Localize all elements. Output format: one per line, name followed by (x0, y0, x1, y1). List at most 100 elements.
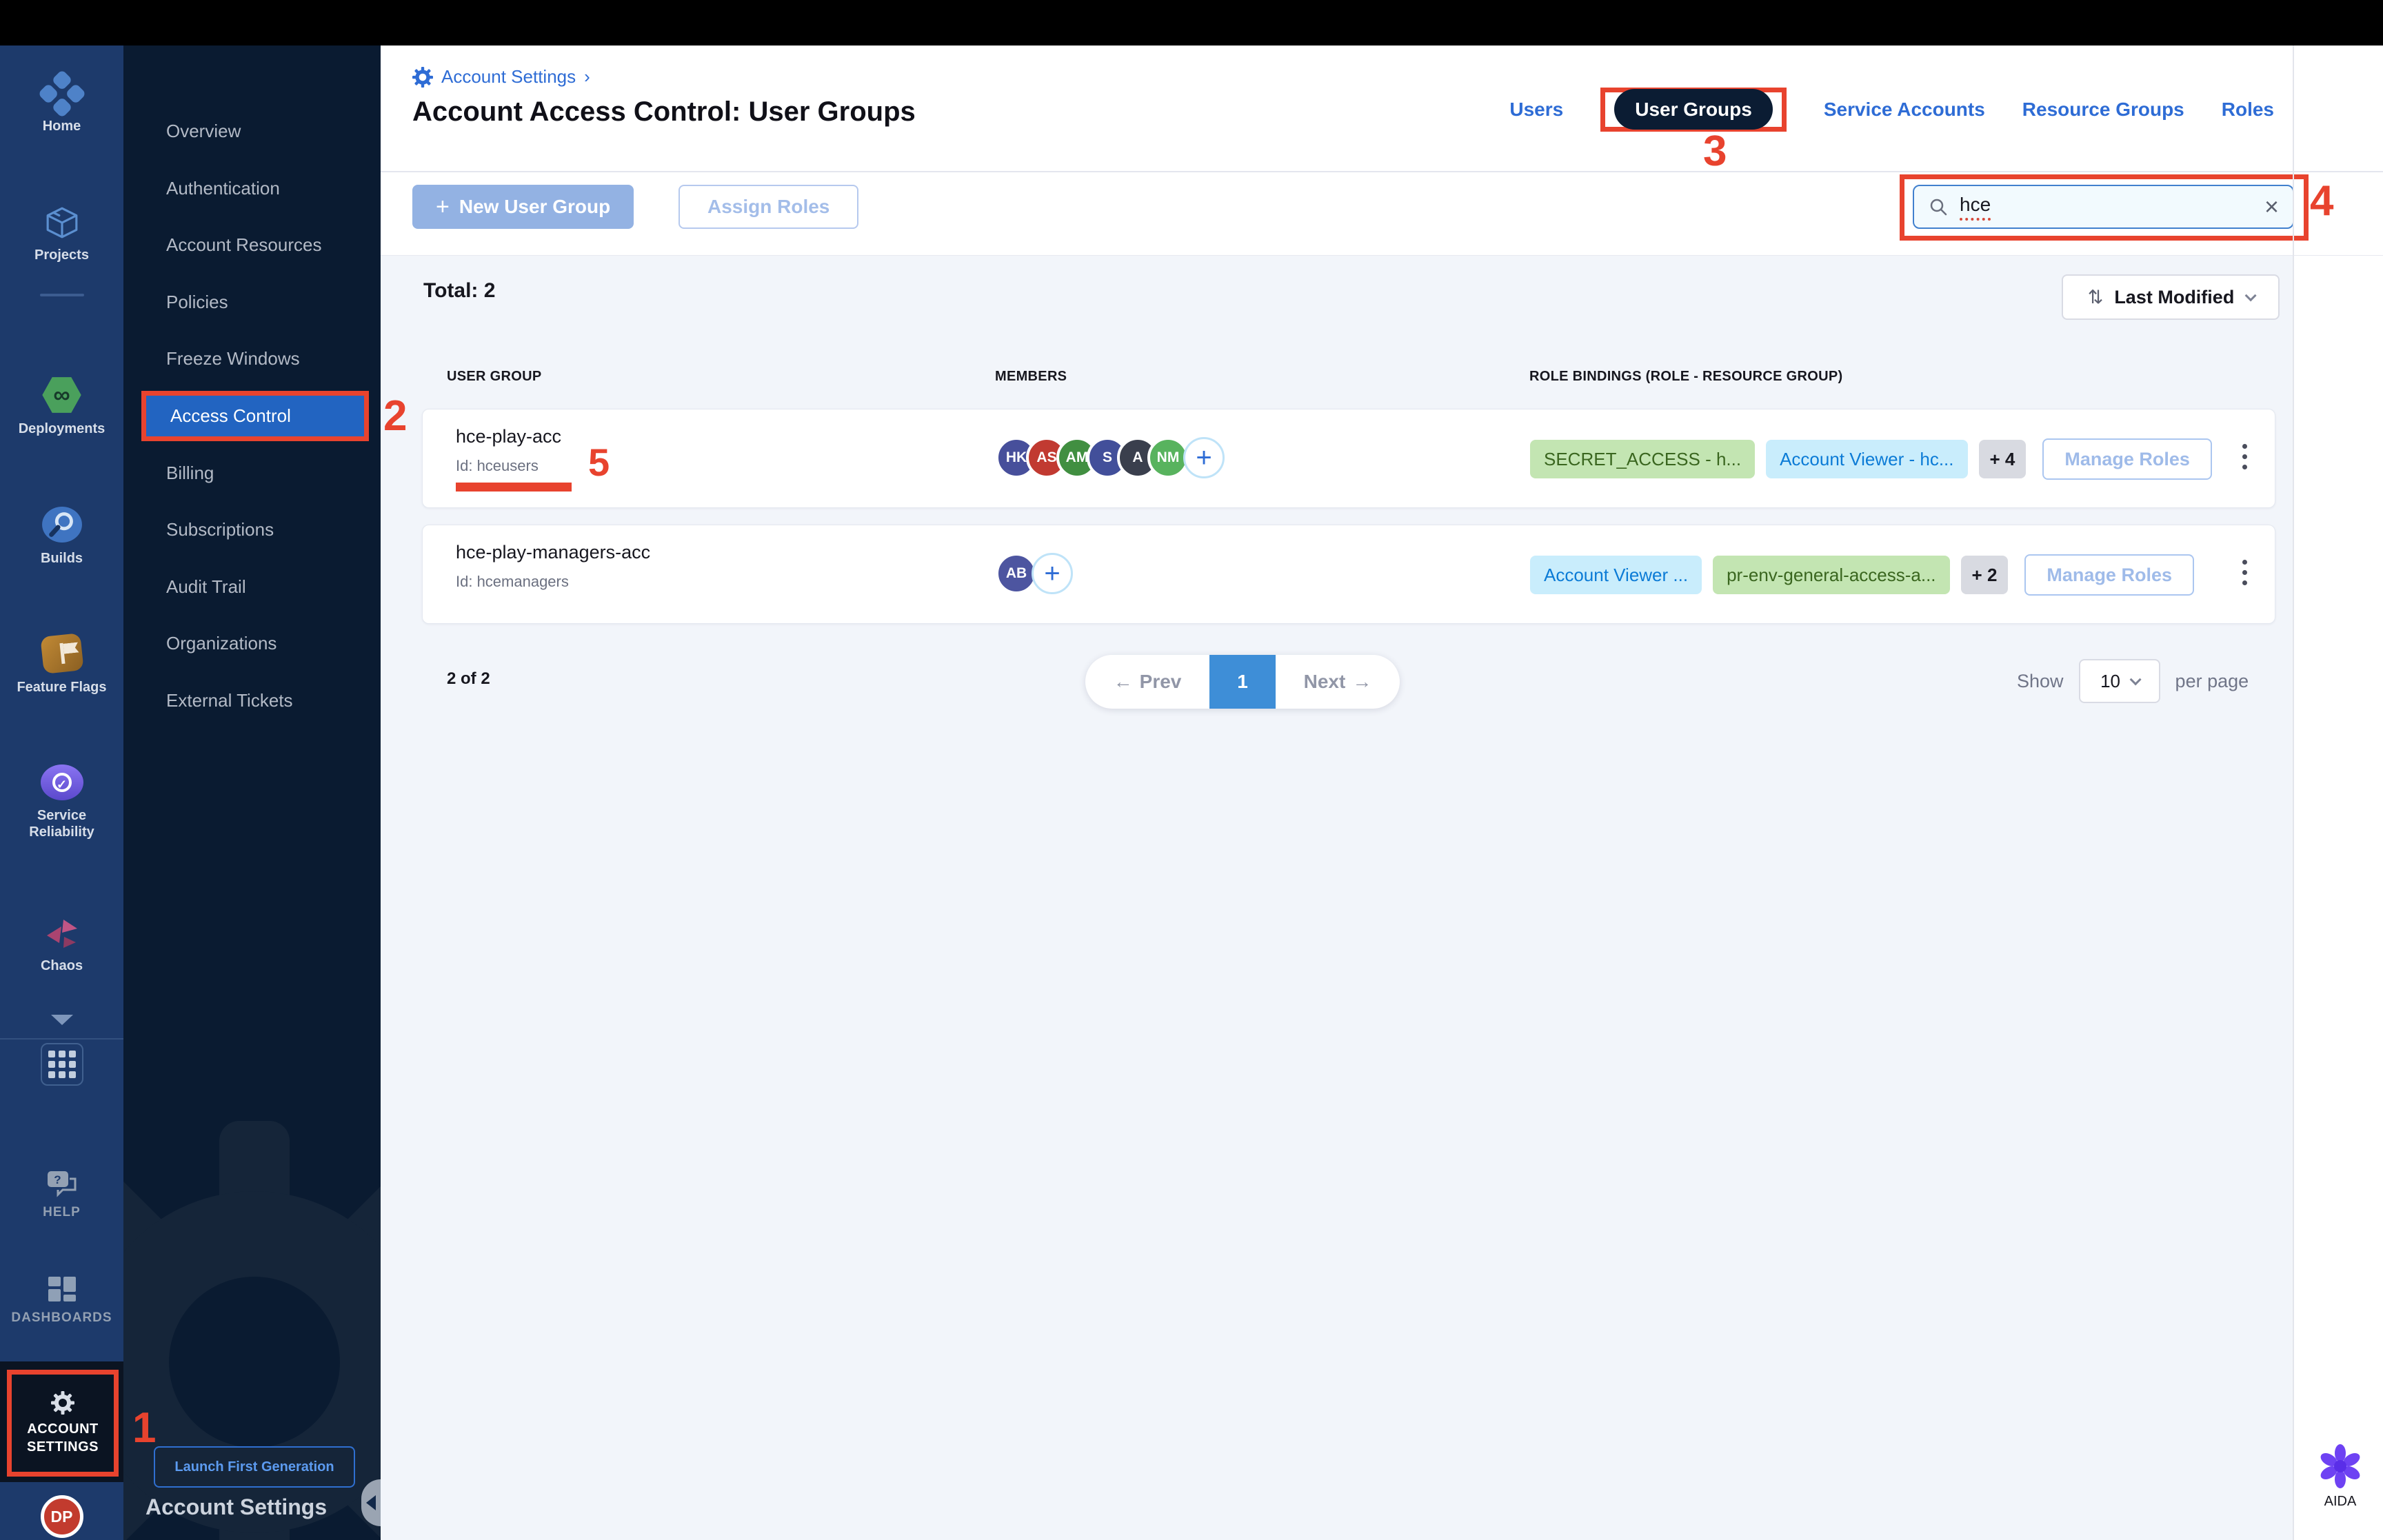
page-size-select[interactable]: 10 (2078, 659, 2160, 703)
role-binding-chip[interactable]: pr-env-general-access-a... (1713, 556, 1950, 594)
table-row[interactable]: hce-play-managers-acc Id: hcemanagers AB… (422, 525, 2275, 624)
user-group-id: Id: hcemanagers (456, 573, 569, 590)
column-header-user-group: USER GROUP (447, 369, 542, 384)
clear-search-icon[interactable]: × (2264, 194, 2279, 219)
user-group-name[interactable]: hce-play-managers-acc (456, 542, 650, 563)
table-header-row: USER GROUP MEMBERS ROLE BINDINGS (ROLE -… (381, 369, 2293, 389)
role-binding-chip[interactable]: Account Viewer - hc... (1766, 440, 1968, 478)
current-page-button[interactable]: 1 (1209, 655, 1276, 709)
next-page-button[interactable]: Next → (1276, 655, 1400, 709)
annotation-step-5: 5 (588, 440, 610, 484)
tab-service-accounts[interactable]: Service Accounts (1824, 99, 1985, 121)
sidebar-item-service-reliability[interactable]: ✓ Service Reliability (0, 764, 123, 840)
sidebar-item-label: Service Reliability (29, 808, 94, 840)
table-row[interactable]: hce-play-acc Id: hceusers 5 HK AS AM S A… (422, 409, 2275, 508)
sidebar-item-label: ACCOUNT SETTINGS (26, 1421, 99, 1455)
module-grid-button[interactable] (40, 1043, 83, 1086)
annotation-box-search: hce × (1900, 174, 2309, 241)
annotation-underline-id (456, 483, 572, 492)
tab-users[interactable]: Users (1509, 99, 1563, 121)
search-value[interactable]: hce (1960, 194, 1991, 221)
sidebar-item-deployments[interactable]: ∞ Deployments (0, 376, 123, 437)
prev-page-button[interactable]: ← Prev (1085, 655, 1209, 709)
sidebar-divider (0, 1038, 123, 1040)
settings-item-billing[interactable]: Billing (123, 454, 381, 492)
chaos-icon (46, 920, 77, 948)
user-group-name-cell: hce-play-managers-acc Id: hcemanagers (456, 542, 650, 591)
arrow-right-icon: → (1352, 671, 1372, 692)
settings-item-account-resources[interactable]: Account Resources (123, 225, 381, 264)
tab-roles[interactable]: Roles (2222, 99, 2274, 121)
feature-flags-icon (39, 633, 84, 674)
settings-item-policies[interactable]: Policies (123, 283, 381, 321)
aida-assistant-button[interactable]: AIDA (2318, 1444, 2362, 1510)
sidebar-item-label: Chaos (40, 958, 83, 973)
role-binding-chip[interactable]: Account Viewer ... (1530, 556, 1702, 594)
annotation-step-1: 1 (132, 1404, 157, 1452)
sidebar-item-chaos[interactable]: Chaos (0, 915, 123, 974)
member-avatar[interactable]: NM (1147, 437, 1189, 478)
more-bindings-badge[interactable]: + 4 (1978, 440, 2027, 478)
gear-icon (51, 1391, 74, 1415)
manage-roles-button[interactable]: Manage Roles (2024, 554, 2194, 596)
annotation-box-user-groups-tab: User Groups (1600, 88, 1787, 132)
os-top-bar (0, 0, 2383, 45)
sidebar-divider (39, 294, 84, 296)
settings-item-organizations[interactable]: Organizations (123, 624, 381, 662)
sidebar-item-builds[interactable]: Builds (0, 506, 123, 567)
assign-roles-button[interactable]: Assign Roles (678, 185, 859, 229)
help-chat-icon: ? (47, 1171, 76, 1197)
sidebar-item-label: Projects (34, 247, 89, 263)
tab-user-groups[interactable]: User Groups (1614, 89, 1773, 130)
sidebar-item-home[interactable]: Home (0, 69, 123, 134)
member-avatar[interactable]: AB (996, 553, 1037, 594)
tab-resource-groups[interactable]: Resource Groups (2022, 99, 2184, 121)
add-member-button[interactable]: + (1183, 437, 1225, 478)
sort-dropdown[interactable]: ⇅ Last Modified (2062, 274, 2280, 320)
breadcrumb-label[interactable]: Account Settings (441, 66, 576, 88)
chevron-down-icon[interactable] (50, 1015, 73, 1025)
search-input[interactable]: hce × (1913, 185, 2294, 229)
row-menu-icon[interactable] (2242, 444, 2247, 469)
page-title: Account Access Control: User Groups (412, 97, 916, 127)
page-size-control: Show 10 per page (2017, 659, 2249, 703)
settings-item-authentication[interactable]: Authentication (123, 169, 381, 207)
user-group-name-cell: hce-play-acc Id: hceusers (456, 426, 561, 475)
row-menu-icon[interactable] (2242, 560, 2247, 585)
account-settings-module: ACCOUNT SETTINGS (0, 1361, 123, 1482)
launch-first-generation-button[interactable]: Launch First Generation (154, 1446, 355, 1488)
settings-item-freeze-windows[interactable]: Freeze Windows (123, 339, 381, 378)
settings-item-audit-trail[interactable]: Audit Trail (123, 567, 381, 606)
next-label: Next (1303, 671, 1346, 692)
toolbar: + New User Group Assign Roles hce × (381, 174, 2383, 256)
content-right-divider (2293, 45, 2294, 1540)
page-size-value: 10 (2100, 670, 2120, 691)
settings-item-subscriptions[interactable]: Subscriptions (123, 510, 381, 549)
sidebar-item-feature-flags[interactable]: Feature Flags (0, 633, 123, 696)
annotation-box-account-settings[interactable]: ACCOUNT SETTINGS (7, 1370, 119, 1477)
settings-item-access-control[interactable]: Access Control (146, 396, 364, 436)
more-bindings-badge[interactable]: + 2 (1960, 556, 2009, 594)
dashboards-icon (48, 1277, 76, 1301)
annotation-step-2: 2 (383, 392, 408, 440)
show-label: Show (2017, 670, 2064, 691)
sort-arrows-icon: ⇅ (2087, 286, 2104, 307)
user-avatar[interactable]: DP (40, 1495, 83, 1538)
breadcrumb[interactable]: Account Settings › (412, 66, 590, 88)
settings-item-overview[interactable]: Overview (123, 112, 381, 150)
settings-item-external-tickets[interactable]: External Tickets (123, 681, 381, 720)
new-user-group-button[interactable]: + New User Group (412, 185, 634, 229)
deployments-icon: ∞ (42, 377, 81, 413)
sidebar-item-projects[interactable]: Projects (0, 205, 123, 263)
user-group-name[interactable]: hce-play-acc (456, 426, 561, 447)
add-member-button[interactable]: + (1032, 553, 1073, 594)
sidebar-item-label: Deployments (18, 421, 105, 436)
gear-icon (412, 67, 433, 88)
manage-roles-button[interactable]: Manage Roles (2042, 438, 2212, 480)
role-binding-chip[interactable]: SECRET_ACCESS - h... (1530, 440, 1756, 478)
sidebar-item-dashboards[interactable]: DASHBOARDS (0, 1275, 123, 1326)
role-bindings-cell: Account Viewer ... pr-env-general-access… (1530, 525, 2194, 625)
chevron-down-icon (2129, 673, 2142, 686)
button-label: New User Group (459, 196, 611, 217)
sidebar-item-help[interactable]: ? HELP (0, 1170, 123, 1221)
